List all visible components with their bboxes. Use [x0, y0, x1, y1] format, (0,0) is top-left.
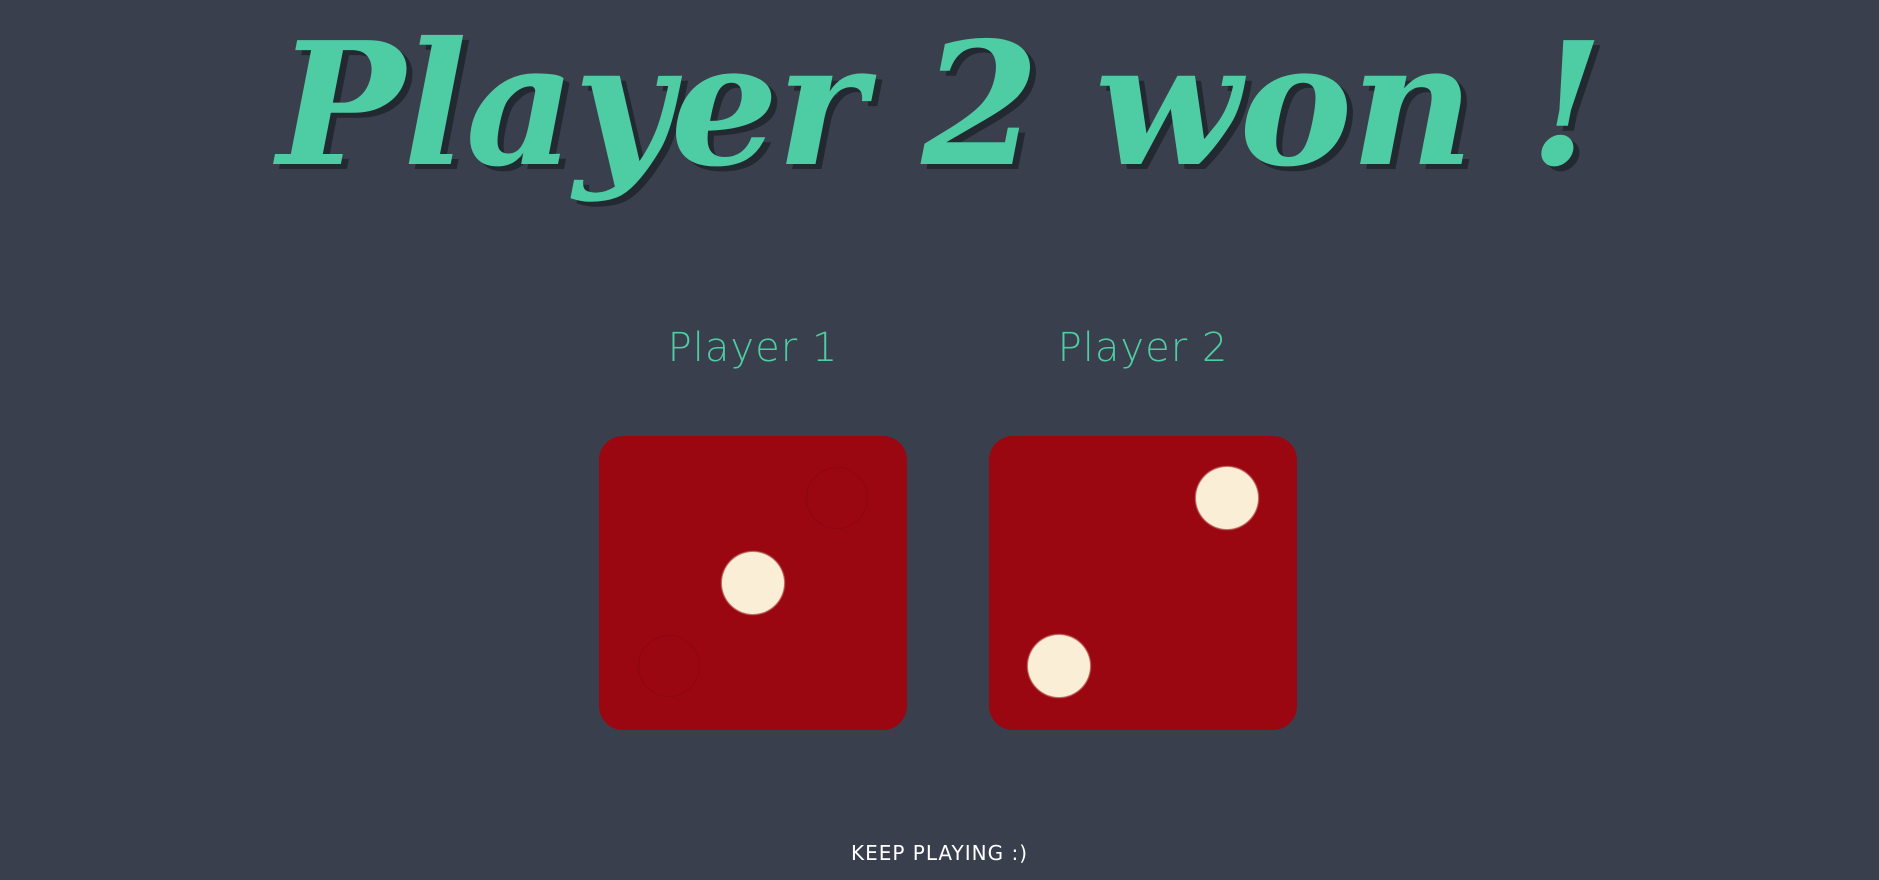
player-1-panel: Player 1 [599, 318, 907, 730]
player-2-die [989, 436, 1297, 730]
winner-title: Player 2 won ! [277, 5, 1604, 205]
die-pip-ghost [806, 467, 868, 529]
player-1-die [599, 436, 907, 730]
player-2-panel: Player 2 [989, 318, 1297, 730]
die-pip-ghost [638, 635, 700, 697]
player-2-label: Player 2 [1057, 325, 1229, 371]
player-1-label: Player 1 [667, 325, 839, 371]
die-pip [722, 552, 784, 614]
keep-playing-link[interactable]: KEEP PLAYING :) [0, 835, 1879, 871]
die-pip [1028, 635, 1090, 697]
die-pip [1196, 467, 1258, 529]
